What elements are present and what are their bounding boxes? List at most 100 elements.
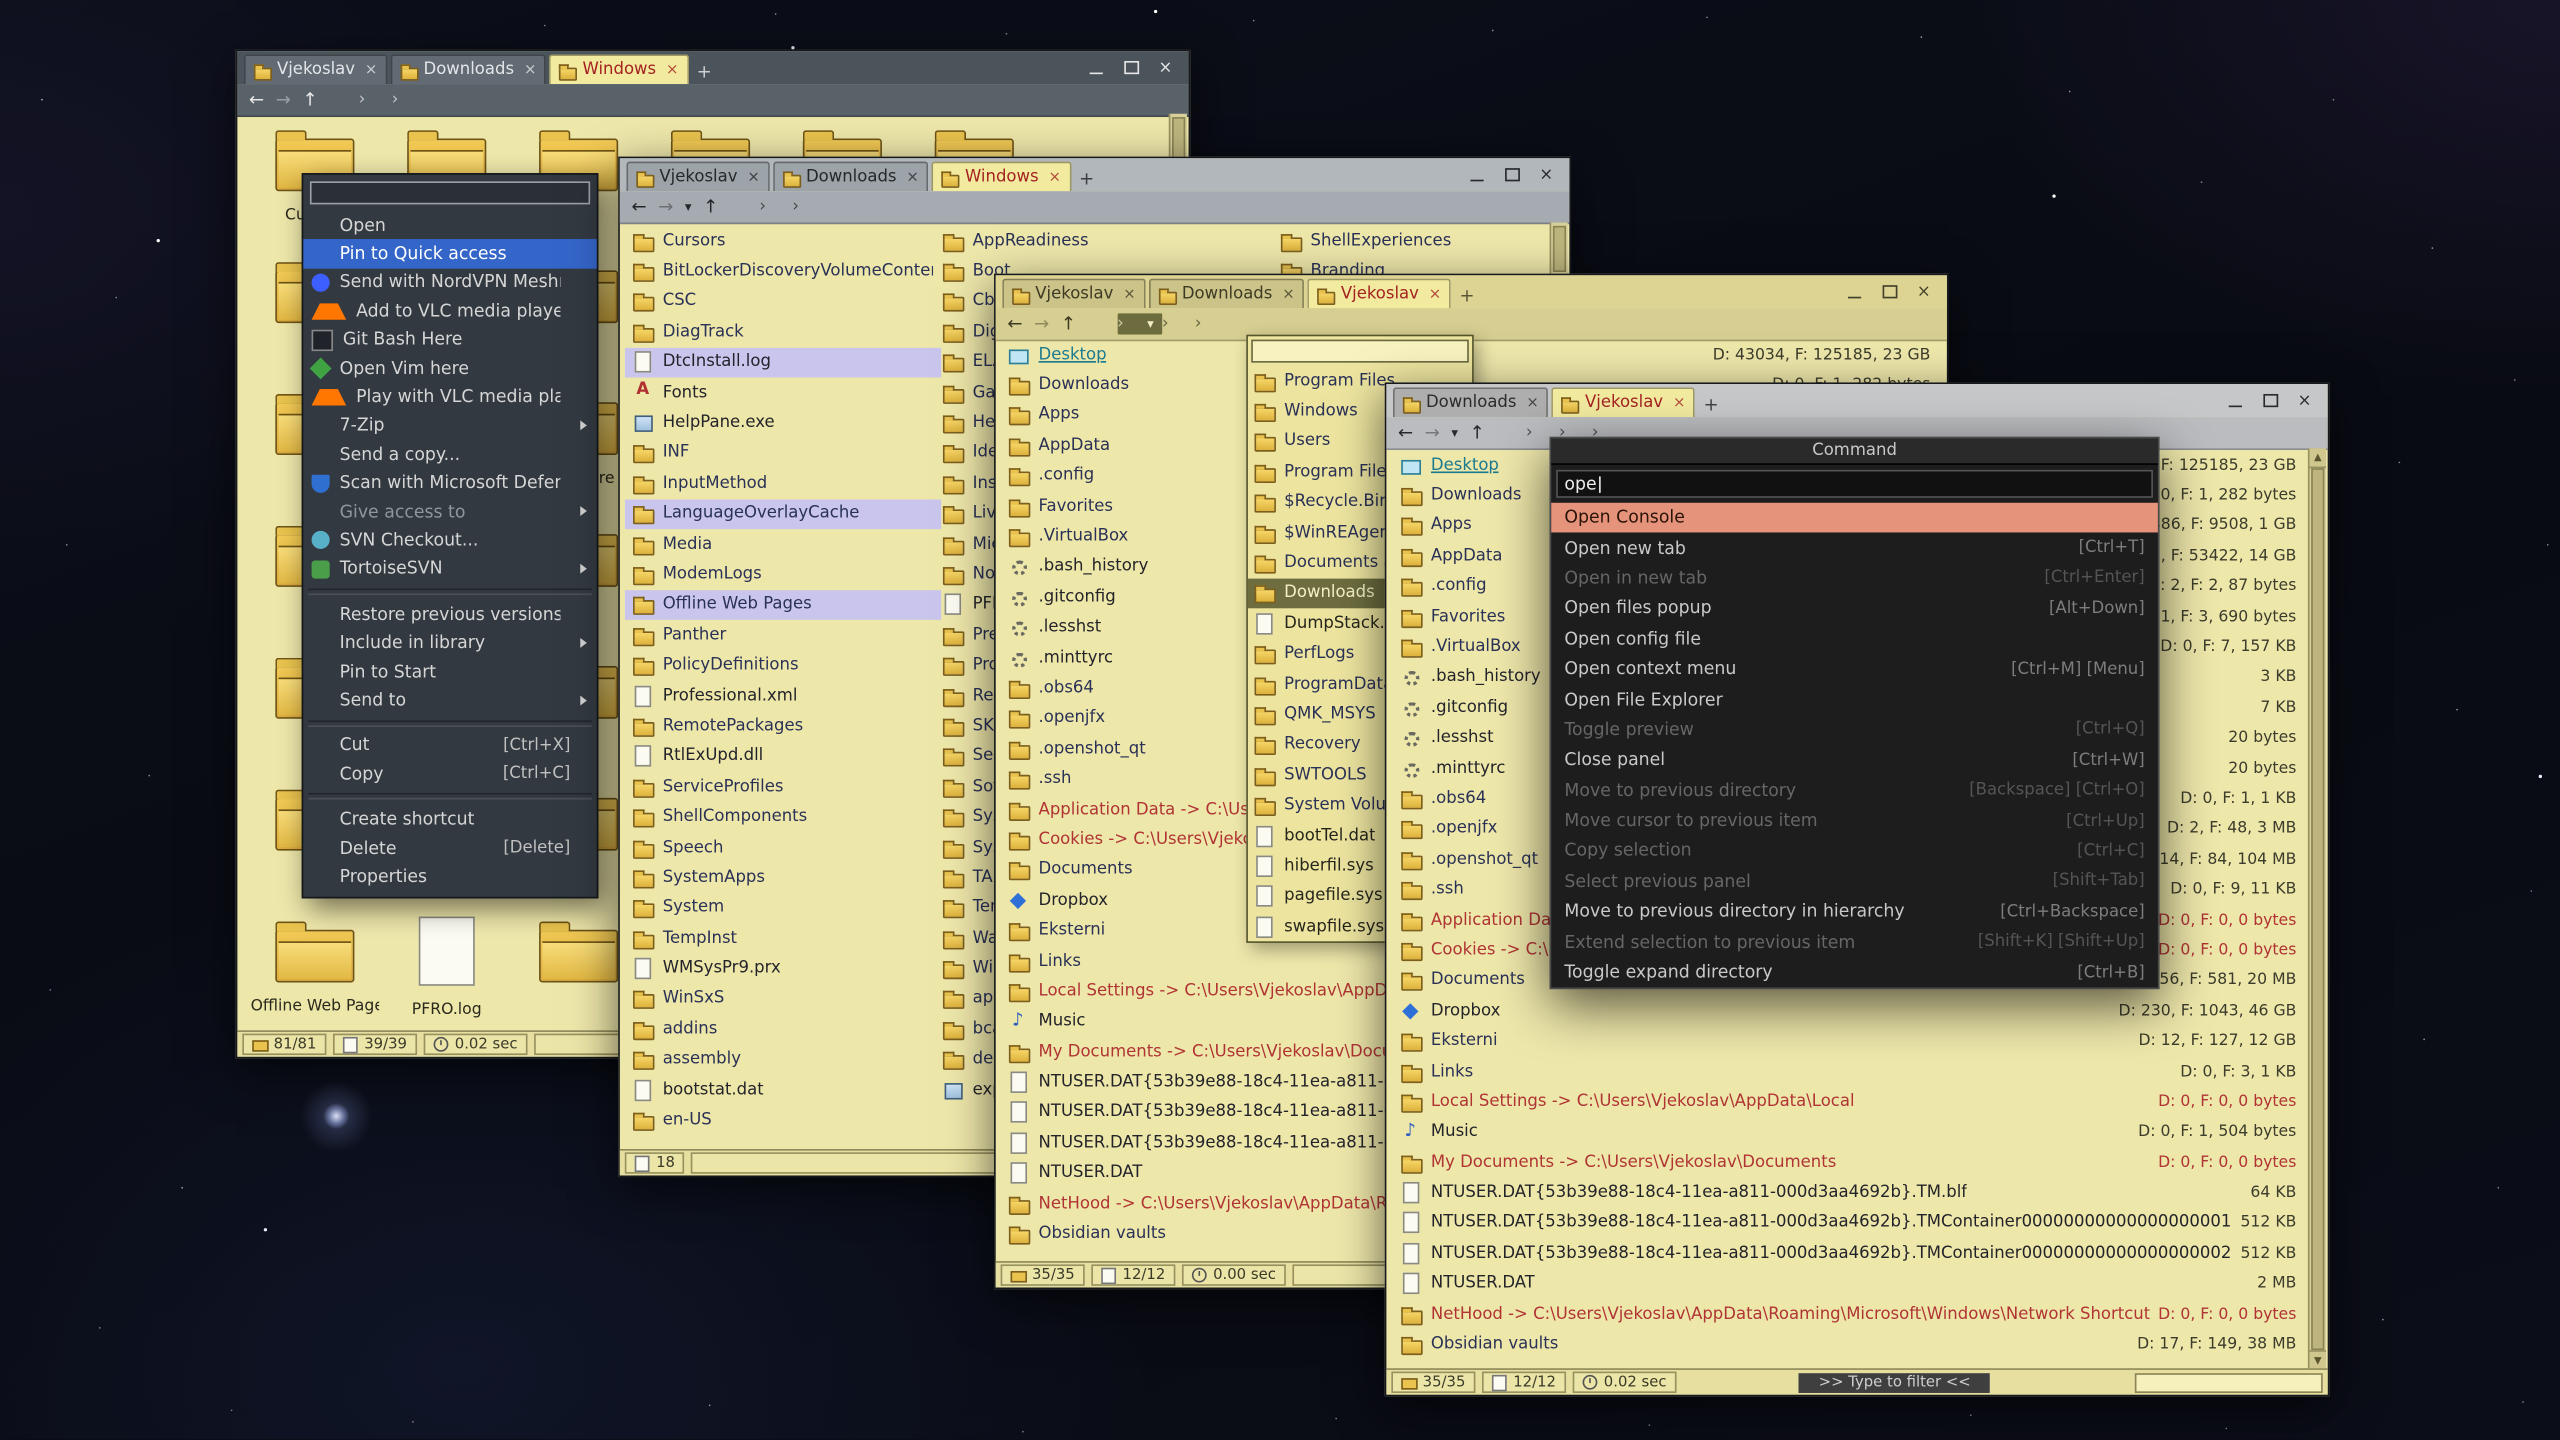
back-button[interactable]: ← [1398,424,1413,442]
scrollbar-thumb[interactable] [1553,226,1566,272]
tab-close-icon[interactable]: × [1048,169,1060,185]
maximize-button[interactable] [1123,59,1139,75]
tab-close-icon[interactable]: × [1429,286,1441,302]
file-row[interactable]: ModemLogs [625,559,942,589]
scrollbar[interactable]: ▲ ▼ [2308,448,2326,1370]
file-row[interactable]: My Documents -> C:\Users\Vjekoslav\Docum… [1393,1147,2305,1177]
context-menu-item[interactable]: Add to VLC media player's Playlist [303,297,596,326]
title-bar[interactable]: Downloads × Vjekoslav × + × [1386,384,2327,417]
back-button[interactable]: ← [249,91,264,109]
file-row[interactable]: AppReadiness [935,226,1270,256]
file-row[interactable]: Cursors [625,226,942,256]
file-row[interactable]: DtcInstall.log [625,347,942,377]
file-row[interactable]: assembly [625,1044,942,1074]
file-row[interactable]: Music D: 0, F: 1, 504 bytes [1393,1117,2305,1147]
context-menu-item[interactable]: Restore previous versions [303,600,596,629]
context-menu-item[interactable]: Open [303,211,596,240]
close-button[interactable]: × [1157,59,1173,75]
file-row[interactable]: Media [625,529,942,559]
breadcrumb-segment[interactable] [1117,313,1162,334]
title-bar[interactable]: Vjekoslav × Downloads × Vjekoslav × [996,275,1947,308]
maximize-button[interactable] [2262,392,2278,408]
file-row[interactable]: Obsidian vaults D: 17, F: 149, 38 MB [1393,1329,2305,1359]
close-button[interactable]: × [1538,166,1554,182]
palette-command-item[interactable]: Move cursor to previous item [Ctrl+Up] [1551,806,2158,836]
palette-command-item[interactable]: Open Console [1551,503,2158,533]
up-button[interactable]: ↑ [1470,424,1485,442]
palette-command-item[interactable]: Open config file [1551,624,2158,654]
quick-filter-input[interactable] [2135,1372,2323,1392]
palette-command-item[interactable]: Toggle expand directory [Ctrl+B] [1551,958,2158,988]
file-row[interactable]: NetHood -> C:\Users\Vjekoslav\AppData\Ro… [1393,1299,2305,1329]
tab-close-icon[interactable]: × [1282,286,1294,302]
context-menu-filter-input[interactable] [310,181,590,204]
tab[interactable]: Windows × [550,54,689,84]
maximize-button[interactable] [1503,166,1519,182]
scroll-up-icon[interactable]: ▲ [2310,448,2326,468]
file-row[interactable]: DiagTrack [625,317,942,347]
new-tab-button[interactable]: + [1451,284,1483,309]
tab[interactable]: Vjekoslav × [244,54,387,84]
palette-command-item[interactable]: Move to previous directory in hierarchy … [1551,897,2158,927]
file-row[interactable]: ShellExperiences [1273,226,1550,256]
file-row[interactable]: Speech [625,832,942,862]
close-button[interactable]: × [1916,284,1932,300]
file-row[interactable]: NTUSER.DAT{53b39e88-18c4-11ea-a811-000d3… [1393,1238,2305,1268]
scrollbar-thumb[interactable] [2311,468,2324,1350]
file-row[interactable]: LanguageOverlayCache [625,499,942,529]
file-row[interactable]: WinSxS [625,984,942,1014]
tab[interactable]: Windows × [932,162,1071,192]
forward-button[interactable]: → [658,198,673,216]
file-row[interactable]: SystemApps [625,863,942,893]
breadcrumb-segment[interactable] [743,205,759,208]
dropdown-filter-input[interactable] [1251,340,1469,363]
file-row[interactable]: NTUSER.DAT 2 MB [1393,1269,2305,1299]
breadcrumb-segment[interactable] [1101,322,1117,325]
tab-close-icon[interactable]: × [1673,395,1685,411]
context-menu-item[interactable]: SVN Checkout... [303,526,596,555]
forward-button[interactable]: → [276,91,291,109]
context-menu-item[interactable]: Git Bash Here [303,326,596,355]
context-menu-item[interactable]: 7-Zip [303,412,596,441]
palette-command-item[interactable]: Open in new tab [Ctrl+Enter] [1551,563,2158,593]
context-menu-item[interactable]: Pin to Start [303,658,596,687]
breadcrumb-segment[interactable] [359,89,392,110]
tab-close-icon[interactable]: × [747,169,759,185]
file-row[interactable]: Dropbox D: 230, F: 1043, 46 GB [1393,996,2305,1026]
file-row[interactable]: en-US [625,1105,942,1135]
file-row[interactable]: Professional.xml [625,681,942,711]
palette-command-item[interactable]: Open new tab [Ctrl+T] [1551,533,2158,563]
scroll-down-icon[interactable]: ▼ [2310,1350,2326,1370]
file-row[interactable]: Links D: 0, F: 3, 1 KB [1393,1056,2305,1086]
history-dropdown-icon[interactable]: ▾ [685,200,692,213]
context-menu-item[interactable]: Send with NordVPN Meshnet [303,268,596,297]
minimize-button[interactable] [1088,59,1104,75]
file-row[interactable]: InputMethod [625,468,942,498]
palette-command-item[interactable]: Close panel [Ctrl+W] [1551,745,2158,775]
context-menu-item[interactable]: Cut [Ctrl+X] [303,731,596,760]
file-row[interactable]: Fonts [625,377,942,407]
file-row[interactable]: System [625,893,942,923]
context-menu-item[interactable]: Play with VLC media player [303,383,596,412]
context-menu-item[interactable]: Include in library [303,629,596,658]
file-row[interactable]: PolicyDefinitions [625,650,942,680]
breadcrumb-segment[interactable] [392,89,425,110]
file-row[interactable]: addins [625,1014,942,1044]
maximize-button[interactable] [1881,284,1897,300]
file-row[interactable]: Panther [625,620,942,650]
breadcrumb-segment[interactable] [759,196,792,217]
palette-command-item[interactable]: Select previous panel [Shift+Tab] [1551,867,2158,897]
context-menu-item[interactable]: Copy [Ctrl+C] [303,760,596,789]
file-row[interactable]: NTUSER.DAT{53b39e88-18c4-11ea-a811-000d3… [1393,1178,2305,1208]
context-menu-item[interactable]: Give access to [303,498,596,527]
context-menu-item[interactable]: Open Vim here [303,354,596,383]
tab[interactable]: Downloads × [391,54,547,84]
up-button[interactable]: ↑ [302,91,317,109]
context-menu-item[interactable]: Create shortcut [303,805,596,834]
tab[interactable]: Vjekoslav × [626,162,769,192]
context-menu-item[interactable]: Pin to Quick access [303,240,596,269]
tab[interactable]: Vjekoslav × [1002,279,1145,309]
tab-close-icon[interactable]: × [906,169,918,185]
up-button[interactable]: ↑ [703,198,718,216]
palette-search-input[interactable]: ope [1556,470,2153,498]
